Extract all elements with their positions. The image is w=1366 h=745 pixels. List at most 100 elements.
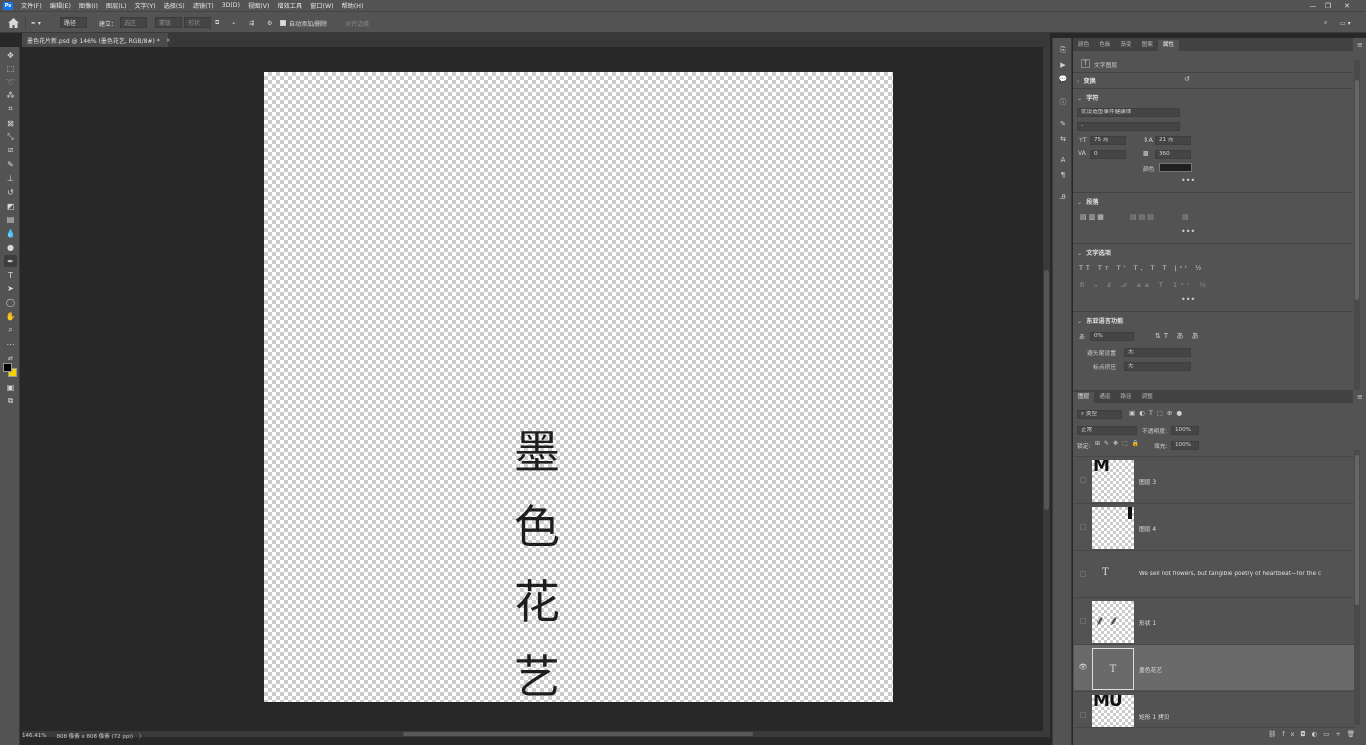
layer-action-icons[interactable]: ⛓fx◘◐▭+🗑: [1268, 730, 1361, 738]
clone-stamp-tool-icon[interactable]: ⊥: [4, 172, 17, 184]
healing-brush-tool-icon[interactable]: ⧄: [4, 144, 17, 156]
minimize-button[interactable]: —: [1306, 0, 1320, 11]
tracking-field[interactable]: 360: [1155, 150, 1191, 159]
menu-file[interactable]: 文件(F): [17, 1, 46, 10]
eyedropper-tool-icon[interactable]: ⤡: [4, 131, 17, 143]
paragraph-panel-icon[interactable]: ¶: [1057, 169, 1069, 181]
history-panel-icon[interactable]: ⎘: [1057, 44, 1069, 56]
leading-field[interactable]: 21 点: [1155, 136, 1191, 145]
path-alignment-icon[interactable]: ⫠: [232, 17, 236, 29]
properties-scroll-thumb[interactable]: [1355, 80, 1359, 300]
opentype-icons[interactable]: ﬁ ℴ ∂ 𝒜 aa T 1ˢᵗ ½: [1080, 281, 1210, 290]
tab-paths[interactable]: 路径: [1115, 392, 1136, 403]
brush-tool-icon[interactable]: ✎: [4, 158, 17, 170]
vertical-scroll-thumb[interactable]: [1044, 270, 1049, 510]
zoom-level[interactable]: 146.41%: [22, 733, 46, 739]
tab-patterns[interactable]: 图案: [1137, 40, 1158, 51]
fill-field[interactable]: 100%: [1171, 441, 1199, 450]
paragraph-section-header[interactable]: ⌄ 段落: [1077, 197, 1099, 206]
layer-row[interactable]: 👁 T 墨色花艺: [1074, 644, 1354, 690]
magic-wand-tool-icon[interactable]: ⁂: [4, 89, 17, 101]
actions-panel-icon[interactable]: ▶: [1057, 59, 1069, 71]
path-selection-tool-icon[interactable]: ➤: [4, 282, 17, 294]
mojikumi-select[interactable]: 无: [1124, 362, 1191, 371]
menu-type[interactable]: 文字(Y): [131, 1, 160, 10]
visibility-toggle[interactable]: [1080, 524, 1086, 530]
marquee-tool-icon[interactable]: ⬚: [4, 62, 17, 74]
menu-filter[interactable]: 滤镜(T): [189, 1, 218, 10]
close-tab-icon[interactable]: ×: [166, 37, 171, 44]
tab-layers[interactable]: 图层: [1073, 392, 1095, 403]
reset-transform-icon[interactable]: ↺: [1184, 75, 1190, 83]
foreground-color-swatch[interactable]: [3, 363, 12, 372]
tab-swatches[interactable]: 色板: [1094, 40, 1115, 51]
layers-menu-icon[interactable]: ≡: [1357, 393, 1363, 401]
tab-properties[interactable]: 属性: [1157, 40, 1180, 51]
menu-window[interactable]: 窗口(W): [306, 1, 337, 10]
font-size-field[interactable]: 75 点: [1090, 136, 1126, 145]
path-operations-icon[interactable]: ⧉: [215, 17, 219, 29]
layer-row[interactable]: 图层 4: [1074, 503, 1354, 549]
more-tools-icon[interactable]: ⋯: [4, 338, 17, 350]
east-asian-section-header[interactable]: ⌄ 东亚语言功能: [1077, 316, 1123, 325]
blend-mode-select[interactable]: 正常: [1077, 426, 1137, 435]
home-icon[interactable]: [8, 17, 19, 29]
panel-menu-icon[interactable]: ≡: [1357, 41, 1363, 49]
character-panel-icon[interactable]: A: [1057, 154, 1069, 166]
menu-select[interactable]: 选择(S): [160, 1, 189, 10]
menu-image[interactable]: 图像(I): [75, 1, 102, 10]
document-canvas[interactable]: 墨 色 花 艺: [264, 72, 893, 702]
adjust-panel-icon[interactable]: ⇆: [1057, 133, 1069, 145]
glyphs-panel-icon[interactable]: Ꭿ: [1057, 191, 1069, 203]
quick-mask-icon[interactable]: ▣: [4, 381, 17, 393]
font-family-select[interactable]: 优设造鱼事件健康体: [1077, 108, 1180, 117]
menu-layer[interactable]: 图层(L): [102, 1, 131, 10]
pen-tool-icon[interactable]: ✒: [4, 255, 17, 267]
zoom-tool-icon[interactable]: ⌕: [4, 324, 17, 336]
tab-adjustments[interactable]: 调整: [1137, 392, 1158, 403]
status-arrow-icon[interactable]: 〉: [139, 732, 145, 740]
dodge-tool-icon[interactable]: ●: [4, 241, 17, 253]
restore-button[interactable]: ❐: [1321, 0, 1335, 11]
layers-scroll-thumb[interactable]: [1355, 455, 1359, 605]
crop-tool-icon[interactable]: ⌗: [4, 103, 17, 115]
layer-row[interactable]: ⸙ ⸙ 形状 1: [1074, 597, 1354, 643]
lock-icons[interactable]: ⊞✎✥⬚🔒: [1095, 440, 1143, 447]
layer-row[interactable]: MU 矩形 1 拷贝: [1074, 691, 1354, 727]
tab-gradients[interactable]: 渐变: [1115, 40, 1136, 51]
tate-chu-yoko-icons[interactable]: ⇅T あ あ: [1155, 331, 1202, 341]
menu-plugins[interactable]: 增效工具: [273, 1, 306, 10]
gradient-tool-icon[interactable]: ▤: [4, 213, 17, 225]
auto-add-delete-checkbox[interactable]: 自动添加/删除: [280, 17, 327, 29]
menu-edit[interactable]: 编辑(E): [46, 1, 75, 10]
visibility-toggle[interactable]: [1080, 571, 1086, 577]
history-brush-tool-icon[interactable]: ↺: [4, 186, 17, 198]
visibility-toggle[interactable]: [1080, 618, 1086, 624]
tab-channels[interactable]: 通道: [1094, 392, 1115, 403]
pen-tool-preset-icon[interactable]: ✒ ▾: [31, 17, 41, 29]
brush-settings-icon[interactable]: ✎: [1057, 118, 1069, 130]
gear-icon[interactable]: ⚙: [267, 17, 272, 29]
align-edges-checkbox[interactable]: 对齐边缘: [345, 17, 369, 29]
opacity-field[interactable]: 100%: [1171, 426, 1199, 435]
make-mask-button[interactable]: 蒙版: [155, 17, 183, 28]
type-tool-icon[interactable]: T: [4, 269, 17, 281]
character-more-icon[interactable]: •••: [1181, 176, 1195, 185]
screen-mode-icon[interactable]: ⧉: [4, 395, 17, 407]
font-style-select[interactable]: -: [1077, 122, 1180, 131]
layer-row[interactable]: T We sell not flowers, but tangible poetr…: [1074, 550, 1354, 596]
kinsoku-select[interactable]: 无: [1124, 348, 1191, 357]
layer-filter-icons[interactable]: ▣◐T⬚⊕●: [1129, 409, 1186, 417]
menu-help[interactable]: 帮助(H): [338, 1, 368, 10]
tab-color[interactable]: 颜色: [1073, 40, 1094, 51]
character-section-header[interactable]: ⌄ 字符: [1077, 93, 1099, 102]
justify-all-icon[interactable]: ▤: [1182, 213, 1189, 221]
eraser-tool-icon[interactable]: ◩: [4, 200, 17, 212]
text-options-more-icon[interactable]: •••: [1181, 295, 1195, 304]
paragraph-align-icons[interactable]: ▤▥▦: [1080, 213, 1106, 221]
visibility-toggle[interactable]: [1080, 712, 1086, 718]
kerning-field[interactable]: 0: [1090, 150, 1126, 159]
hand-tool-icon[interactable]: ✋: [4, 310, 17, 322]
paragraph-justify-icons[interactable]: ▤▤▤: [1130, 213, 1156, 221]
paragraph-more-icon[interactable]: •••: [1181, 227, 1195, 236]
